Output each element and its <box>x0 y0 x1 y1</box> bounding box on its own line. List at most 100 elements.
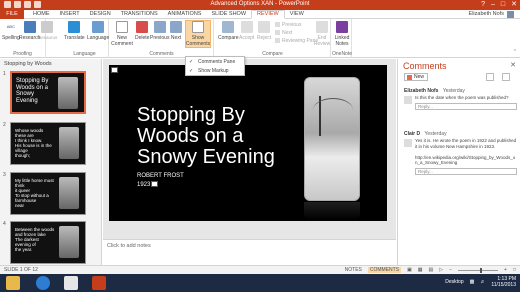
comment-item: Clair D Yesterday Yes it is. He wrote th… <box>404 131 517 175</box>
thumbnail-text: My little horse must think it queer To s… <box>15 178 54 208</box>
dropdown-item-comments-pane[interactable]: ✓ Comments Pane <box>186 57 244 66</box>
window-title: Advanced Options XAN - PowerPoint <box>210 1 310 7</box>
file-explorer-icon[interactable] <box>6 276 20 290</box>
new-comment-icon <box>116 21 128 33</box>
comment-text[interactable]: Yes it is. He wrote the poem in 1922 and… <box>415 138 517 166</box>
new-comment-button[interactable]: New Comment <box>111 21 133 47</box>
group-language: Translate Language Language <box>61 19 109 58</box>
internet-explorer-icon[interactable] <box>36 276 50 290</box>
comment-item: Elizabeth Nofs Yesterday Is this the dat… <box>404 88 517 110</box>
slide-number: 3 <box>3 172 6 178</box>
zoom-slider[interactable] <box>458 267 499 273</box>
comment-marker-icon[interactable] <box>151 181 158 187</box>
tab-view[interactable]: VIEW <box>285 10 309 19</box>
windows-taskbar: Desktop ▩ ♬ 1:13 PM 11/15/2013 <box>0 274 520 292</box>
tab-insert[interactable]: INSERT <box>55 10 85 19</box>
language-button[interactable]: Language <box>87 21 109 41</box>
reject-button[interactable]: Reject <box>257 21 271 41</box>
collapse-ribbon-icon[interactable]: ⌃ <box>513 49 517 55</box>
slideshow-view-icon[interactable]: ▷ <box>439 267 443 273</box>
reply-input[interactable]: Reply... <box>415 102 517 110</box>
compare-next-button[interactable]: Next <box>275 29 318 36</box>
comments-toggle[interactable]: COMMENTS <box>367 267 402 273</box>
slide-number: 2 <box>3 122 6 128</box>
reading-view-icon[interactable]: ▤ <box>429 267 434 273</box>
tab-animations[interactable]: ANIMATIONS <box>163 10 207 19</box>
outlook-icon[interactable] <box>64 276 78 290</box>
zoom-out-icon[interactable]: − <box>449 267 452 273</box>
slide-thumbnail-2[interactable]: Whose woods these are I think I know. Hi… <box>10 122 86 165</box>
slide-title[interactable]: Stopping By Woods on a Snowy Evening <box>137 105 297 168</box>
close-button[interactable]: ✕ <box>511 0 517 10</box>
phone-image[interactable] <box>304 77 360 201</box>
user-account[interactable]: Elizabeth Nofs <box>469 10 514 19</box>
comment-author: Elizabeth Nofs <box>404 88 439 94</box>
clock[interactable]: 1:13 PM 11/15/2013 <box>491 276 516 288</box>
end-review-button[interactable]: End Review <box>314 21 330 47</box>
minimize-button[interactable]: – <box>491 0 495 10</box>
section-header[interactable]: Stopping by Woods <box>4 61 52 67</box>
next-icon <box>170 21 182 33</box>
avatar <box>404 139 412 147</box>
thumbnail-text: Whose woods these are I think I know. Hi… <box>15 128 52 158</box>
avatar <box>507 11 514 18</box>
tab-review[interactable]: REVIEW <box>251 10 285 19</box>
tab-transitions[interactable]: TRANSITIONS <box>116 10 163 19</box>
slide-year[interactable]: 1923 <box>137 182 150 188</box>
slide-subtitle[interactable]: ROBERT FROST <box>137 173 184 179</box>
window-controls: ? – □ ✕ <box>481 0 517 10</box>
volume-icon[interactable]: ♬ <box>480 279 485 285</box>
previous-change-icon <box>275 22 280 27</box>
slide-editor: Stopping By Woods on a Snowy Evening ROB… <box>103 59 396 265</box>
spelling-button[interactable]: ABC Spelling <box>2 21 20 41</box>
thesaurus-button[interactable]: Thesaurus <box>36 21 57 41</box>
notes-toggle[interactable]: NOTES <box>345 267 362 273</box>
slide-thumbnail-1[interactable]: Stopping By Woods on a Snowy Evening <box>10 71 86 114</box>
group-proofing: ABC Spelling Research Thesaurus Proofing <box>0 19 57 58</box>
compare-previous-button[interactable]: Previous <box>275 21 318 28</box>
language-group-label: Language <box>73 51 96 57</box>
next-comment-button[interactable]: Next <box>170 21 182 41</box>
tab-home[interactable]: HOME <box>28 10 55 19</box>
reject-icon <box>258 21 271 33</box>
reply-input[interactable]: Reply... <box>415 167 517 175</box>
show-comments-button[interactable]: Show Comments <box>185 20 211 48</box>
tab-design[interactable]: DESIGN <box>85 10 116 19</box>
delete-comment-button[interactable]: Delete <box>135 21 149 41</box>
slide-counter: SLIDE 1 OF 12 <box>4 267 38 273</box>
check-icon: ✓ <box>189 67 194 74</box>
tab-slide-show[interactable]: SLIDE SHOW <box>206 10 251 19</box>
slide-thumbnail-4[interactable]: Between the woods and frozen lake The da… <box>10 221 86 264</box>
new-comment-pane-button[interactable]: New <box>404 73 428 81</box>
previous-comment-icon[interactable] <box>486 73 494 81</box>
network-icon[interactable]: ▩ <box>470 279 475 285</box>
comment-text[interactable]: Is this the date when the poem was publi… <box>415 95 517 101</box>
compare-button[interactable]: Compare <box>218 21 239 41</box>
desktop-label[interactable]: Desktop <box>445 279 463 285</box>
normal-view-icon[interactable]: ▣ <box>407 267 412 273</box>
previous-comment-button[interactable]: Previous <box>150 21 169 41</box>
next-comment-icon[interactable] <box>502 73 510 81</box>
notes-pane[interactable]: Click to add notes <box>103 239 396 265</box>
notes-placeholder: Click to add notes <box>107 243 151 249</box>
current-slide[interactable]: Stopping By Woods on a Snowy Evening ROB… <box>109 65 387 221</box>
help-button[interactable]: ? <box>481 0 485 10</box>
slide-sorter-icon[interactable]: ▦ <box>418 267 423 273</box>
linked-notes-button[interactable]: Linked Notes <box>335 21 349 47</box>
translate-button[interactable]: Translate <box>64 21 85 41</box>
comment-date: Yesterday <box>442 88 465 94</box>
slide-thumbnail-3[interactable]: My little horse must think it queer To s… <box>10 172 86 215</box>
tab-file[interactable]: FILE <box>0 10 24 19</box>
maximize-button[interactable]: □ <box>501 0 505 10</box>
reviewing-pane-button[interactable]: Reviewing Pane <box>275 37 318 44</box>
zoom-slider-handle[interactable] <box>480 267 483 273</box>
comment-marker-icon[interactable] <box>111 67 118 73</box>
close-icon[interactable]: ✕ <box>510 61 516 69</box>
accept-button[interactable]: Accept <box>239 21 254 41</box>
dropdown-item-show-markup[interactable]: ✓ Show Markup <box>186 66 244 75</box>
fit-slide-icon[interactable]: □ <box>513 267 516 273</box>
zoom-in-icon[interactable]: + <box>504 267 507 273</box>
powerpoint-icon[interactable] <box>92 276 106 290</box>
delete-icon <box>136 21 149 33</box>
slide-thumbnails-pane: Stopping by Woods 1 Stopping By Woods on… <box>0 59 102 265</box>
